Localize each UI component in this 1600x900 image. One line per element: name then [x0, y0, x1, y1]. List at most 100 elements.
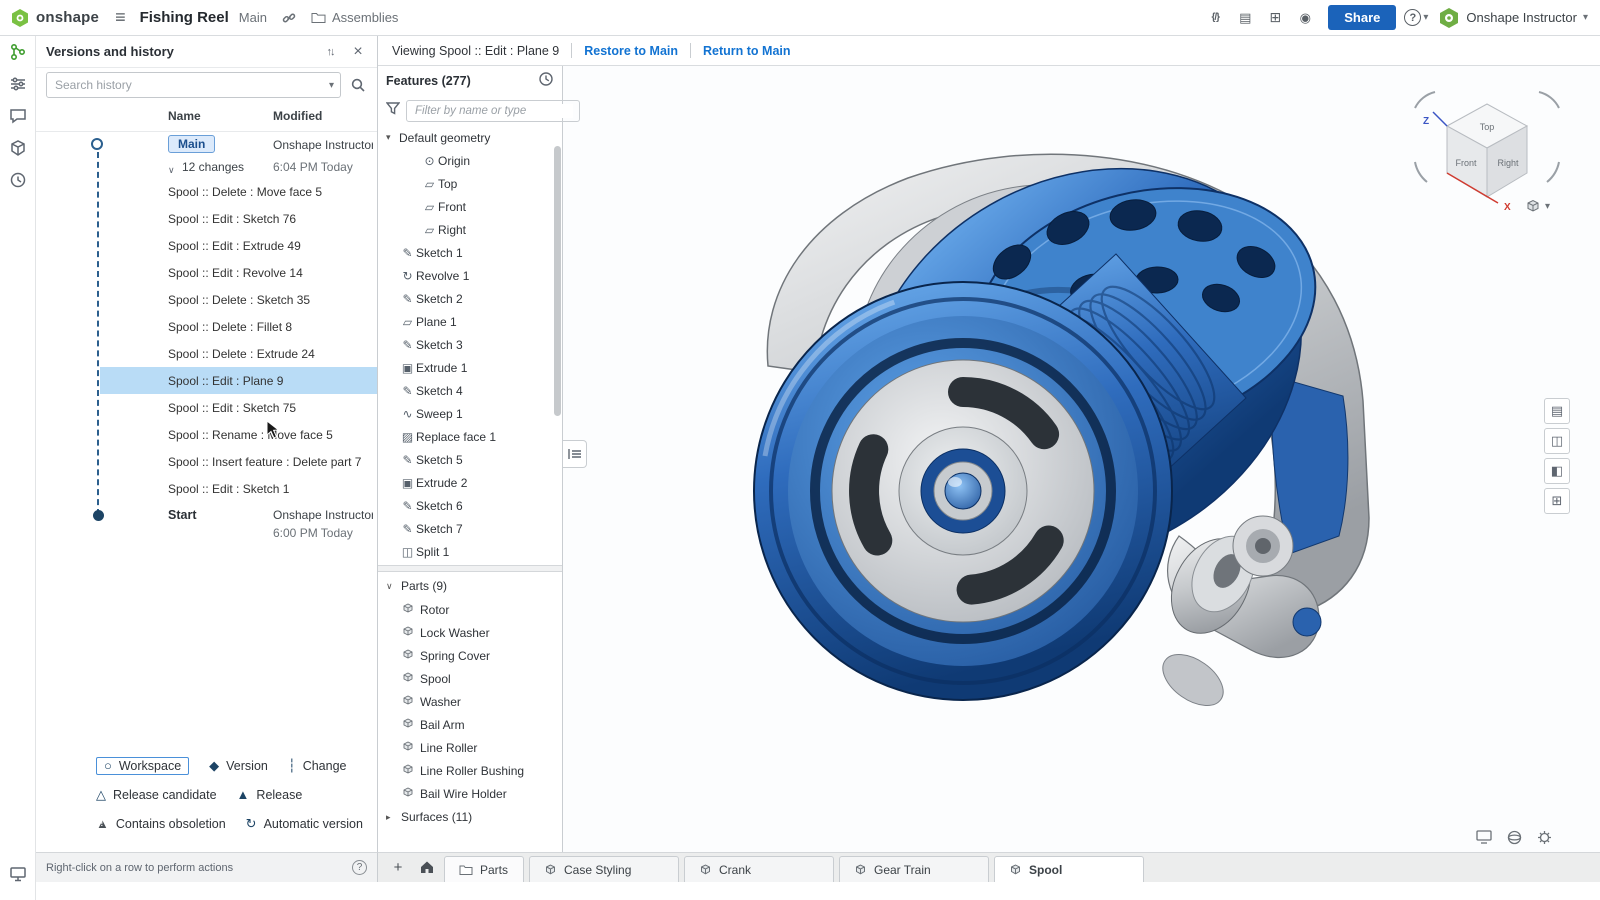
history-change-row[interactable]: Spool :: Delete : Extrude 24 [100, 340, 377, 367]
view-cube[interactable]: Top Front Right X Z [1415, 92, 1559, 213]
feature-tree-item[interactable]: Default geometry [378, 126, 562, 149]
screen-share-icon[interactable] [0, 858, 36, 890]
search-icon[interactable] [349, 76, 367, 94]
help-menu[interactable] [1404, 9, 1428, 26]
changes-toggle-row[interactable]: 12 changes 6:04 PM Today [36, 158, 377, 178]
feature-tree-item[interactable]: ✎ Sketch 2 [378, 287, 562, 310]
feature-tree-item[interactable]: ✎ Sketch 5 [378, 448, 562, 471]
chevron-right-icon[interactable] [386, 812, 399, 823]
feature-tree-item[interactable]: ✎ Sketch 7 [378, 517, 562, 540]
feature-tree-item[interactable]: ▱ Front [378, 195, 562, 218]
document-tab[interactable]: Crank [684, 856, 834, 882]
versions-history-icon[interactable] [0, 36, 36, 68]
filter-icon[interactable] [386, 102, 400, 120]
part-list-item[interactable]: Bail Arm [378, 713, 562, 736]
link-icon[interactable] [279, 8, 299, 28]
feature-filter-input[interactable] [413, 104, 573, 118]
main-workspace-row[interactable]: Main Onshape Instructor [36, 132, 377, 158]
return-to-main-link[interactable]: Return to Main [703, 44, 791, 58]
named-views-button[interactable] [1544, 398, 1570, 424]
reference-manager-icon[interactable] [0, 132, 36, 164]
parts-section-header[interactable]: Parts (9) [378, 574, 562, 598]
feature-tree-item[interactable]: ▱ Top [378, 172, 562, 195]
feature-tree-item[interactable]: ✎ Sketch 4 [378, 379, 562, 402]
explode-view-button[interactable] [1544, 488, 1570, 514]
feature-tree-item[interactable]: ✎ Sketch 1 [378, 241, 562, 264]
panel-collapse-handle[interactable] [563, 440, 587, 468]
featurescript-icon[interactable] [1202, 6, 1228, 30]
search-input[interactable] [53, 77, 329, 93]
part-list-item[interactable]: Spring Cover [378, 644, 562, 667]
changes-toggle-label[interactable]: 12 changes [182, 160, 244, 174]
tree-chevron-icon[interactable] [386, 132, 399, 143]
notes-icon[interactable] [1232, 6, 1258, 30]
main-version-badge[interactable]: Main [168, 135, 215, 153]
history-change-row[interactable]: Spool :: Edit : Sketch 75 [100, 394, 377, 421]
part-list-item[interactable]: Lock Washer [378, 621, 562, 644]
feature-tree-item[interactable]: ▨ Replace face 1 [378, 425, 562, 448]
document-tab[interactable]: Spool [994, 856, 1144, 882]
rollback-bar[interactable] [378, 565, 562, 572]
history-change-row[interactable]: Spool :: Edit : Extrude 49 [100, 232, 377, 259]
manage-tabs-button[interactable] [415, 855, 439, 879]
history-change-row[interactable]: Spool :: Rename : Move face 5 [100, 421, 377, 448]
history-search-box[interactable] [46, 72, 341, 98]
history-change-row[interactable]: Spool :: Edit : Sketch 1 [100, 475, 377, 502]
restore-to-main-link[interactable]: Restore to Main [584, 44, 678, 58]
part-list-item[interactable]: Line Roller Bushing [378, 759, 562, 782]
feature-tree-item[interactable]: ✎ Sketch 6 [378, 494, 562, 517]
feature-tree-item[interactable]: ▱ Plane 1 [378, 310, 562, 333]
document-tab[interactable]: Parts [444, 856, 524, 882]
isolate-button[interactable] [1544, 458, 1570, 484]
main-menu-icon[interactable] [115, 7, 126, 28]
feature-tree-item[interactable]: ✎ Sketch 3 [378, 333, 562, 356]
history-change-row[interactable]: Spool :: Edit : Revolve 14 [100, 259, 377, 286]
surfaces-section-header[interactable]: Surfaces (11) [378, 805, 562, 829]
scrollbar-thumb[interactable] [554, 146, 561, 416]
document-tab[interactable]: Case Styling [529, 856, 679, 882]
feature-tree-item[interactable]: ◫ Split 1 [378, 540, 562, 563]
history-change-row[interactable]: Spool :: Edit : Sketch 76 [100, 205, 377, 232]
feature-tree-item[interactable]: ▣ Extrude 1 [378, 356, 562, 379]
history-change-row[interactable]: Spool :: Edit : Plane 9 [100, 367, 377, 394]
section-view-button[interactable] [1544, 428, 1570, 454]
sphere-icon[interactable] [1504, 828, 1524, 846]
history-change-row[interactable]: Spool :: Insert feature : Delete part 7 [100, 448, 377, 475]
action-history-icon[interactable] [0, 164, 36, 196]
comments-icon[interactable] [0, 100, 36, 132]
feature-tree-item[interactable]: ▣ Extrude 2 [378, 471, 562, 494]
learning-center-icon[interactable] [1292, 6, 1318, 30]
feature-tree-item[interactable]: ∿ Sweep 1 [378, 402, 562, 425]
app-store-icon[interactable] [1262, 6, 1288, 30]
gear-icon[interactable] [1534, 828, 1554, 846]
rollback-history-icon[interactable] [538, 71, 554, 92]
compare-versions-icon[interactable] [321, 43, 339, 61]
feature-tree-item[interactable]: ↻ Revolve 1 [378, 264, 562, 287]
part-list-item[interactable]: Rotor [378, 598, 562, 621]
part-list-item[interactable]: Bail Wire Holder [378, 782, 562, 805]
close-panel-icon[interactable] [349, 43, 367, 61]
part-list-item[interactable]: Spool [378, 667, 562, 690]
breadcrumb[interactable]: Assemblies [311, 10, 398, 25]
document-title[interactable]: Fishing Reel [140, 9, 229, 26]
history-change-row[interactable]: Spool :: Delete : Move face 5 [100, 178, 377, 205]
history-change-row[interactable]: Spool :: Delete : Sketch 35 [100, 286, 377, 313]
feature-tree-item[interactable]: ⊙ Origin [378, 149, 562, 172]
document-tab[interactable]: Gear Train [839, 856, 989, 882]
new-tab-button[interactable] [386, 855, 410, 879]
model-viewport[interactable]: Top Front Right X Z [563, 66, 1600, 852]
feature-tree-item[interactable]: ▱ Right [378, 218, 562, 241]
history-change-row[interactable]: Spool :: Delete : Fillet 8 [100, 313, 377, 340]
workspace-label[interactable]: Main [239, 10, 267, 25]
start-version-row[interactable]: Start Onshape Instructor 6:00 PM Today [36, 502, 377, 546]
part-list-item[interactable]: Line Roller [378, 736, 562, 759]
share-button[interactable]: Share [1328, 5, 1396, 30]
chevron-down-icon[interactable] [168, 160, 175, 178]
insert-item-icon[interactable] [0, 68, 36, 100]
user-menu[interactable]: Onshape Instructor [1438, 7, 1588, 29]
part-list-item[interactable]: Washer [378, 690, 562, 713]
monitor-icon[interactable] [1474, 828, 1494, 846]
filter-box[interactable] [406, 100, 580, 122]
onshape-logo[interactable]: onshape [10, 8, 99, 28]
status-help-icon[interactable] [352, 860, 367, 875]
